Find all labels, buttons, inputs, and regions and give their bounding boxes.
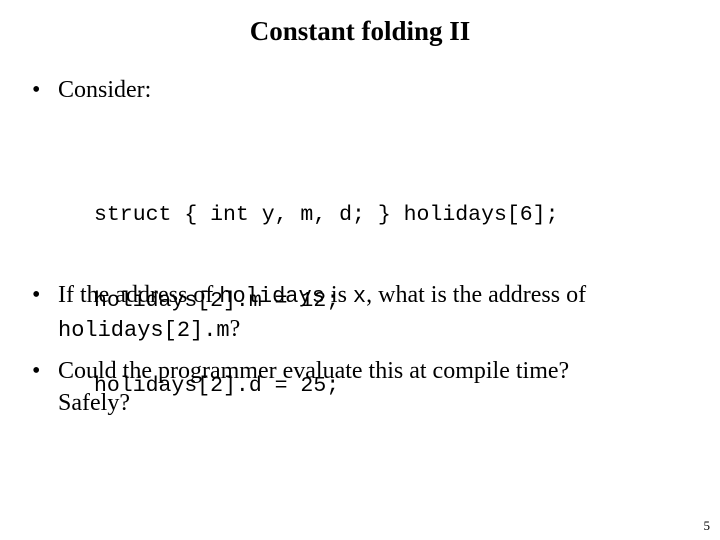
bullet-address-mono-member: holidays[2].m xyxy=(58,318,230,343)
bullet-address-continuation: holidays[2].m? xyxy=(58,313,700,347)
bullet-address-mono-x: x xyxy=(352,284,367,309)
bullet-address-row: • If the address of holidays is x, what … xyxy=(28,279,700,313)
bullet-icon: • xyxy=(32,77,41,103)
bullet-icon: • xyxy=(32,282,41,308)
bullet-address-question: • If the address of holidays is x, what … xyxy=(28,279,700,347)
bullet-compile-row: • Could the programmer evaluate this at … xyxy=(28,355,700,387)
bullet-address-mono-holidays: holidays xyxy=(219,284,325,309)
bullet-consider-label: Consider: xyxy=(58,77,152,103)
code-line: struct { int y, m, d; } holidays[6]; xyxy=(94,203,559,227)
page-number: 5 xyxy=(703,518,711,533)
page-title: Constant folding II xyxy=(249,16,471,46)
bullet-address-part3: , what is the address of xyxy=(366,282,587,308)
bullet-address-part2: is xyxy=(324,282,353,308)
bullet-compile-line1: Could the programmer evaluate this at co… xyxy=(58,358,570,384)
bullet-consider: • Consider: xyxy=(28,74,696,106)
bullet-compile-question: • Could the programmer evaluate this at … xyxy=(28,355,700,419)
bullet-icon: • xyxy=(32,358,41,384)
bullet-address-text: If the address of holidays is x, what is… xyxy=(58,279,700,313)
bullet-address-part1: If the address of xyxy=(58,282,220,308)
slide-canvas: Constant folding II • Consider: struct {… xyxy=(0,0,720,540)
bullet-compile-line2: Safely? xyxy=(58,390,130,416)
bullet-address-question-mark: ? xyxy=(229,316,241,342)
slide-body: • Consider: xyxy=(28,74,696,106)
